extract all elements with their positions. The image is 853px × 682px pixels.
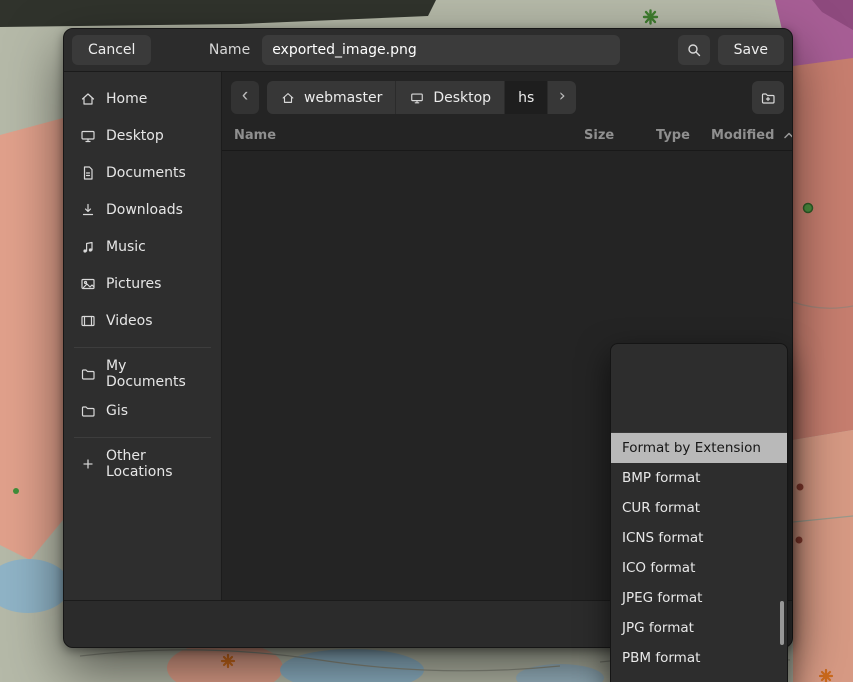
column-header-type[interactable]: Type bbox=[656, 128, 690, 143]
sort-ascending-icon bbox=[784, 132, 793, 139]
sidebar-item-home[interactable]: Home bbox=[70, 81, 215, 117]
breadcrumb-segment-webmaster[interactable]: webmaster bbox=[267, 81, 396, 114]
map-marker-red-dot bbox=[797, 484, 804, 491]
music-note-icon bbox=[80, 239, 96, 255]
breadcrumb-label: hs bbox=[518, 90, 534, 106]
home-icon bbox=[280, 91, 296, 105]
sidebar-item-label: Downloads bbox=[106, 202, 183, 218]
breadcrumb-label: webmaster bbox=[304, 90, 382, 106]
sidebar-separator bbox=[74, 347, 211, 348]
sidebar-item-label: Videos bbox=[106, 313, 153, 329]
sidebar-item-label: Music bbox=[106, 239, 146, 255]
sidebar-item-pictures[interactable]: Pictures bbox=[70, 266, 215, 302]
document-icon bbox=[80, 165, 96, 181]
breadcrumb-label: Desktop bbox=[433, 90, 491, 106]
film-icon bbox=[80, 313, 96, 329]
breadcrumb-segment-hs[interactable]: hs bbox=[505, 81, 548, 114]
places-sidebar: Home Desktop Documents Downloads Music bbox=[64, 72, 222, 600]
sidebar-bookmark-gis[interactable]: Gis bbox=[70, 393, 215, 429]
sidebar-item-desktop[interactable]: Desktop bbox=[70, 118, 215, 154]
sidebar-item-videos[interactable]: Videos bbox=[70, 303, 215, 339]
menu-blank-area bbox=[611, 344, 787, 433]
sidebar-item-label: Pictures bbox=[106, 276, 161, 292]
desktop-icon bbox=[80, 128, 96, 144]
folder-icon bbox=[80, 366, 96, 382]
picture-icon bbox=[80, 276, 96, 292]
save-button[interactable]: Save bbox=[718, 35, 784, 65]
column-header-size[interactable]: Size bbox=[584, 128, 614, 143]
folder-icon bbox=[80, 403, 96, 419]
back-button[interactable]: ‹ bbox=[231, 81, 259, 114]
search-button[interactable] bbox=[678, 35, 710, 65]
map-marker-small-green-dot bbox=[13, 488, 19, 494]
sidebar-item-label: Desktop bbox=[106, 128, 164, 144]
menu-item-jpeg[interactable]: JPEG format bbox=[611, 583, 787, 613]
menu-item-pgm[interactable]: PGM format bbox=[611, 673, 787, 682]
plus-icon bbox=[80, 456, 96, 472]
breadcrumb: webmaster Desktop hs › bbox=[267, 81, 576, 114]
sidebar-item-label: My Documents bbox=[106, 358, 205, 390]
menu-item-icns[interactable]: ICNS format bbox=[611, 523, 787, 553]
sidebar-item-downloads[interactable]: Downloads bbox=[70, 192, 215, 228]
sidebar-item-documents[interactable]: Documents bbox=[70, 155, 215, 191]
sidebar-separator bbox=[74, 437, 211, 438]
menu-item-cur[interactable]: CUR format bbox=[611, 493, 787, 523]
map-marker-green-dot bbox=[804, 204, 813, 213]
search-icon bbox=[686, 42, 702, 58]
column-header-name[interactable]: Name bbox=[234, 128, 276, 143]
map-marker-orange-star-2 bbox=[820, 670, 832, 682]
sidebar-item-label: Gis bbox=[106, 403, 128, 419]
sidebar-item-other-locations[interactable]: Other Locations bbox=[70, 446, 215, 482]
menu-item-pbm[interactable]: PBM format bbox=[611, 643, 787, 673]
sidebar-item-label: Documents bbox=[106, 165, 186, 181]
dialog-headerbar: Cancel Name Save bbox=[64, 29, 792, 72]
sidebar-item-label: Home bbox=[106, 91, 147, 107]
cancel-button[interactable]: Cancel bbox=[72, 35, 151, 65]
sidebar-bookmark-my-documents[interactable]: My Documents bbox=[70, 356, 215, 392]
menu-item-ico[interactable]: ICO format bbox=[611, 553, 787, 583]
breadcrumb-segment-desktop[interactable]: Desktop bbox=[396, 81, 505, 114]
filename-label: Name bbox=[209, 42, 250, 58]
screen: Cancel Name Save Home Desktop bbox=[0, 0, 853, 682]
new-folder-icon bbox=[760, 90, 776, 106]
column-header-modified[interactable]: Modified bbox=[711, 128, 793, 143]
home-icon bbox=[80, 91, 96, 107]
breadcrumb-next-button[interactable]: › bbox=[548, 81, 576, 114]
map-marker-green-star bbox=[644, 11, 657, 24]
menu-scrollbar-thumb[interactable] bbox=[780, 601, 784, 645]
desktop-icon bbox=[409, 91, 425, 105]
format-dropdown-menu: Format by Extension BMP format CUR forma… bbox=[610, 343, 788, 682]
new-folder-button[interactable] bbox=[752, 81, 784, 114]
map-marker-red-dot-2 bbox=[796, 537, 803, 544]
pathbar: ‹ webmaster Desktop hs › bbox=[222, 72, 792, 122]
download-icon bbox=[80, 202, 96, 218]
sidebar-item-music[interactable]: Music bbox=[70, 229, 215, 265]
filename-input[interactable] bbox=[262, 35, 620, 65]
column-header-label: Modified bbox=[711, 128, 774, 143]
menu-item-bmp[interactable]: BMP format bbox=[611, 463, 787, 493]
map-marker-orange-star bbox=[222, 655, 234, 667]
sidebar-item-label: Other Locations bbox=[106, 448, 205, 480]
menu-item-format-by-extension[interactable]: Format by Extension bbox=[611, 433, 787, 463]
list-column-headers: Name Size Type Modified bbox=[222, 122, 792, 151]
menu-item-jpg[interactable]: JPG format bbox=[611, 613, 787, 643]
